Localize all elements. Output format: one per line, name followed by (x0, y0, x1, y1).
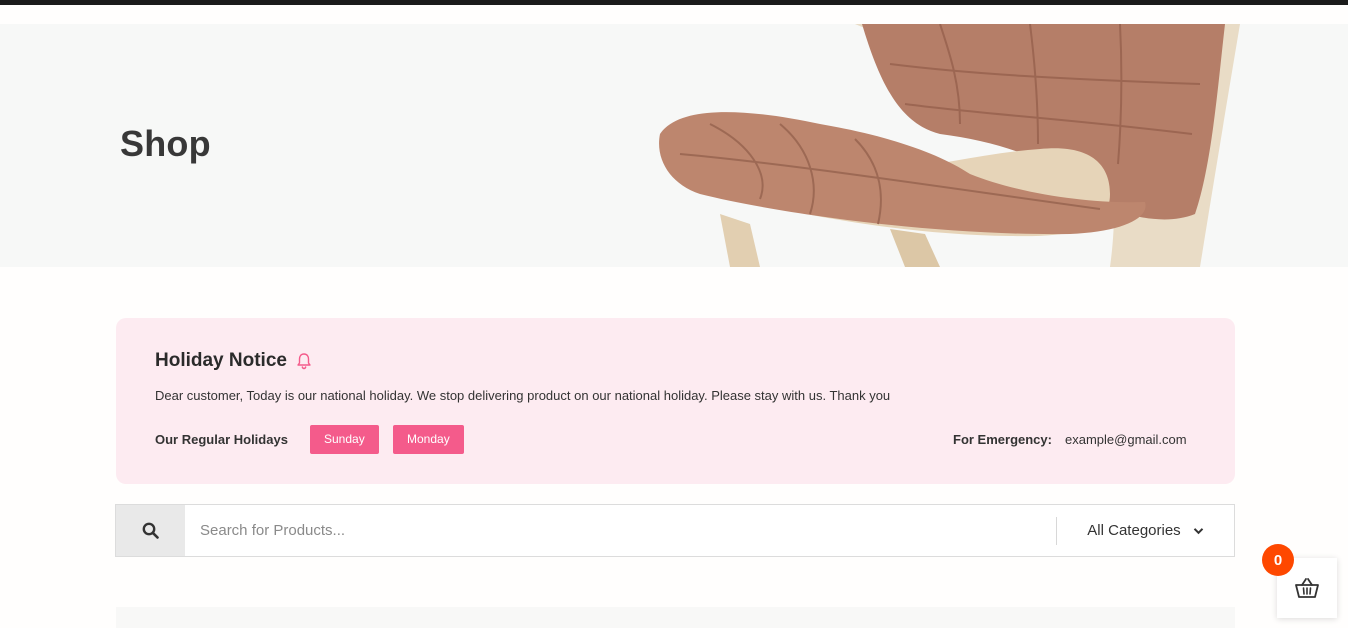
bell-icon (297, 353, 311, 370)
page-hero: Shop (0, 24, 1348, 267)
chair-image (659, 24, 1240, 267)
notice-message: Dear customer, Today is our national hol… (155, 388, 891, 403)
chevron-down-icon (1193, 527, 1203, 534)
search-input[interactable] (185, 505, 1055, 556)
search-icon (142, 522, 159, 539)
emergency-email[interactable]: example@gmail.com (1065, 432, 1187, 447)
top-bar (0, 0, 1348, 5)
notice-title-row: Holiday Notice (155, 350, 312, 372)
holiday-badge-sunday: Sunday (310, 425, 379, 454)
basket-icon (1295, 578, 1319, 598)
search-button[interactable] (116, 505, 185, 556)
emergency-label: For Emergency: (953, 432, 1052, 447)
holiday-badge-monday: Monday (393, 425, 464, 454)
category-select-value: All Categories (1087, 522, 1181, 539)
product-search-bar: All Categories (115, 504, 1235, 557)
holiday-notice: Holiday Notice Dear customer, Today is o… (116, 318, 1235, 484)
page-title: Shop (120, 123, 211, 164)
notice-title: Holiday Notice (155, 350, 287, 371)
content-area (116, 607, 1235, 628)
holidays-label: Our Regular Holidays (155, 432, 288, 447)
cart-count-badge: 0 (1262, 544, 1294, 576)
category-select[interactable]: All Categories (1057, 505, 1234, 556)
